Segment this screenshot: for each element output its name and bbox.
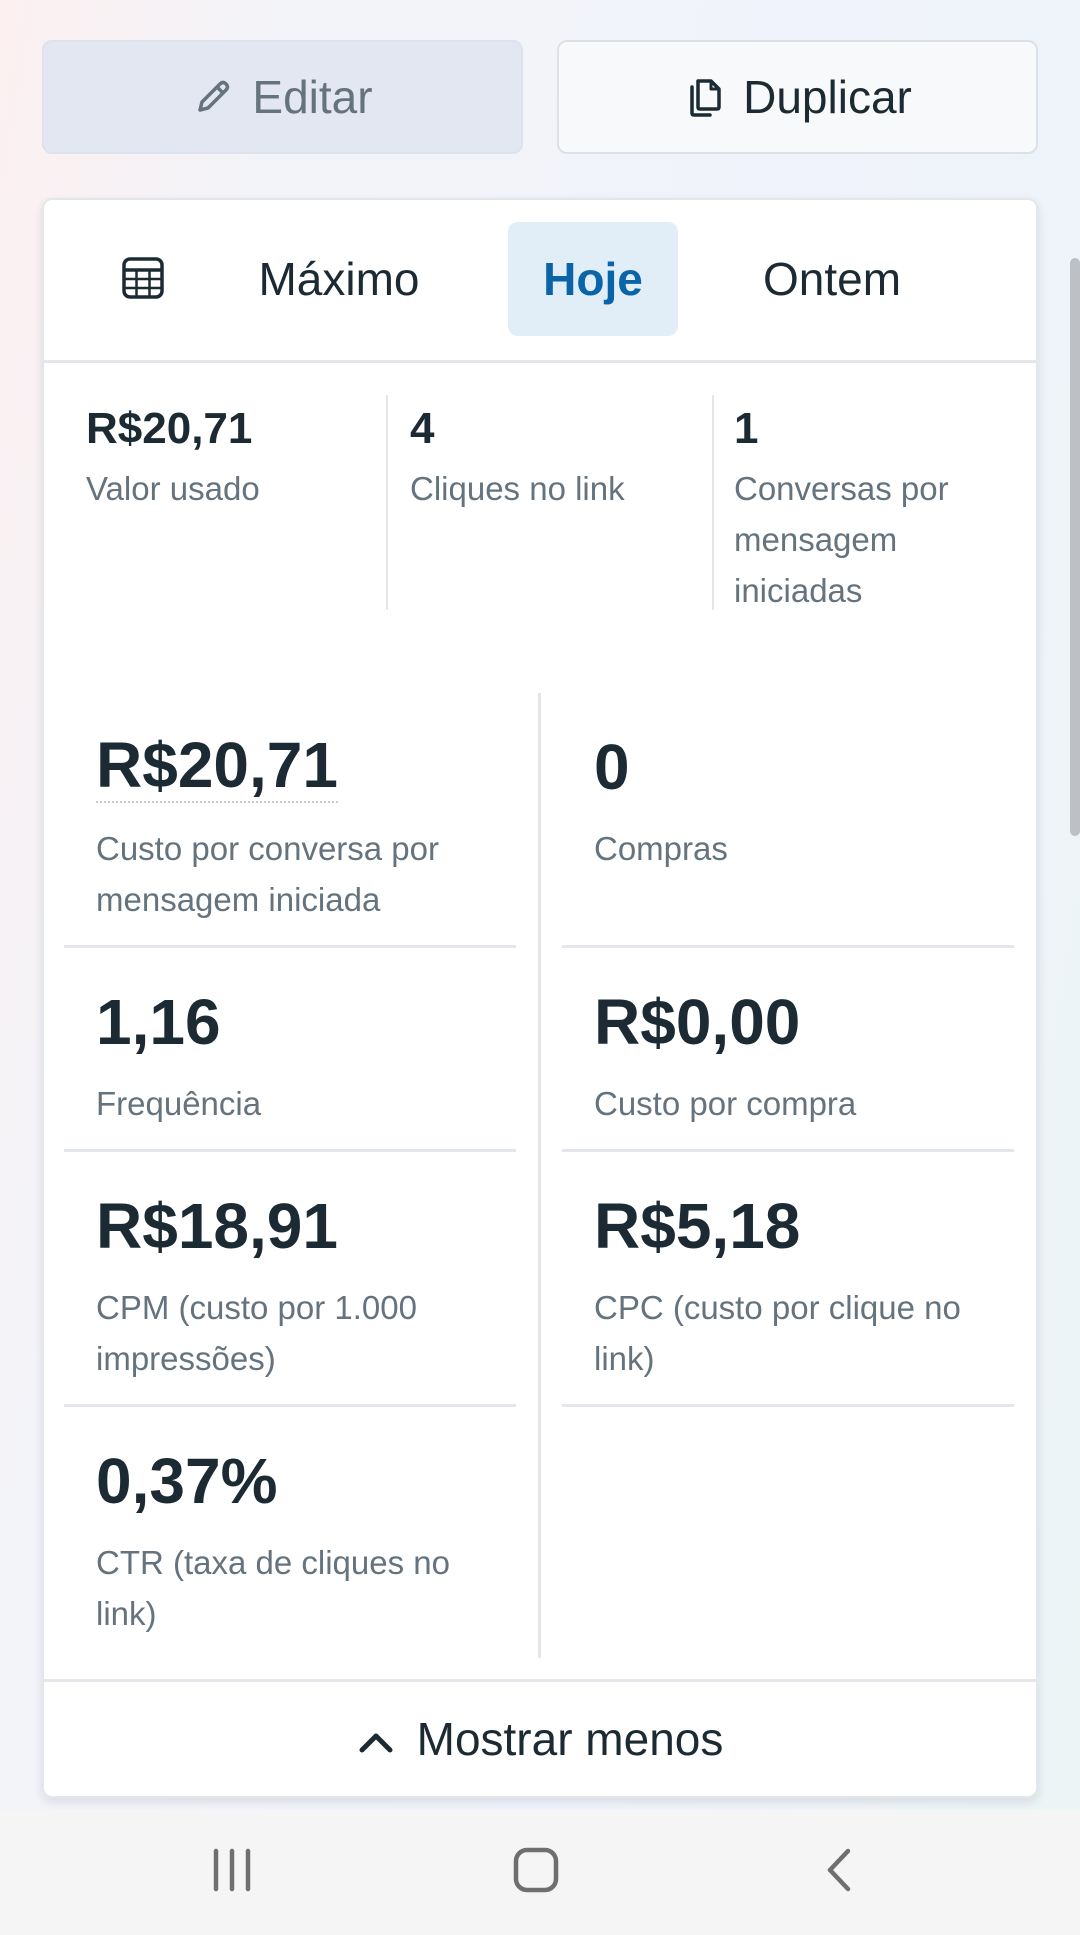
- summary-divider: [712, 395, 714, 610]
- metric-cpm: R$18,91 CPM (custo por 1.000 impressões): [64, 1152, 516, 1407]
- metric-label: CPM (custo por 1.000 impressões): [96, 1289, 417, 1377]
- summary-value: 1: [734, 404, 759, 453]
- metric-label: CTR (taxa de cliques no link): [96, 1544, 450, 1632]
- summary-item-link-clicks: 4 Cliques no link: [410, 393, 700, 608]
- metric-label: CPC (custo por clique no link): [594, 1289, 961, 1377]
- metric-cpc: R$5,18 CPC (custo por clique no link): [562, 1152, 1014, 1407]
- metric-divider: [562, 1404, 1014, 1407]
- insights-card: Máximo Hoje Ontem R$20,71 Valor usado 4 …: [42, 198, 1038, 1798]
- metric-ctr: 0,37% CTR (taxa de cliques no link): [64, 1407, 516, 1662]
- chevron-up-icon: [357, 1712, 395, 1766]
- summary-divider: [386, 395, 388, 610]
- summary-item-amount-spent: R$20,71 Valor usado: [86, 393, 376, 608]
- metric-label: Custo por compra: [594, 1085, 857, 1122]
- metric-frequency: 1,16 Frequência: [64, 948, 516, 1152]
- top-actions: Editar Duplicar: [42, 40, 1038, 154]
- metrics-column-divider: [538, 693, 541, 1658]
- metric-cost-per-conversation: R$20,71 Custo por conversa por mensagem …: [64, 693, 516, 948]
- edit-button[interactable]: Editar: [42, 40, 523, 154]
- summary-label: Cliques no link: [410, 470, 625, 507]
- pencil-icon: [192, 76, 234, 118]
- date-range-tabs: Máximo Hoje Ontem: [44, 200, 1036, 363]
- back-icon[interactable]: [820, 1845, 856, 1900]
- metric-value: 1,16: [96, 986, 221, 1058]
- summary-value: 4: [410, 404, 435, 453]
- metric-value: R$18,91: [96, 1190, 338, 1262]
- metric-value: 0: [594, 731, 630, 803]
- table-icon[interactable]: [122, 257, 164, 304]
- summary-item-conversations: 1 Conversas por mensagem iniciadas: [734, 393, 1024, 610]
- metric-value: R$20,71: [96, 729, 338, 803]
- edit-button-label: Editar: [252, 71, 373, 123]
- copy-icon: [683, 75, 725, 119]
- system-nav-bar: [0, 1810, 1080, 1935]
- recent-apps-icon[interactable]: [210, 1845, 254, 1900]
- home-icon[interactable]: [512, 1845, 560, 1900]
- summary-row: R$20,71 Valor usado 4 Cliques no link 1 …: [44, 393, 1036, 610]
- tab-hoje[interactable]: Hoje: [508, 222, 678, 336]
- summary-label: Valor usado: [86, 470, 260, 507]
- show-less-button[interactable]: Mostrar menos: [44, 1679, 1036, 1796]
- metric-value: R$5,18: [594, 1190, 801, 1262]
- metric-label: Frequência: [96, 1085, 262, 1122]
- metric-cost-per-purchase: R$0,00 Custo por compra: [562, 948, 1014, 1152]
- tab-ontem[interactable]: Ontem: [732, 222, 932, 336]
- tab-maximo[interactable]: Máximo: [234, 222, 444, 336]
- metric-label: Custo por conversa por mensagem iniciada: [96, 830, 440, 918]
- metric-label: Compras: [594, 830, 728, 867]
- scrollbar[interactable]: [1070, 258, 1080, 836]
- duplicate-button[interactable]: Duplicar: [557, 40, 1038, 154]
- metric-purchases: 0 Compras: [562, 693, 1014, 948]
- summary-value: R$20,71: [86, 404, 253, 453]
- show-less-label: Mostrar menos: [416, 1713, 724, 1765]
- metric-value: R$0,00: [594, 986, 801, 1058]
- duplicate-button-label: Duplicar: [743, 71, 912, 123]
- summary-label: Conversas por mensagem iniciadas: [734, 470, 949, 609]
- metric-value: 0,37%: [96, 1445, 278, 1517]
